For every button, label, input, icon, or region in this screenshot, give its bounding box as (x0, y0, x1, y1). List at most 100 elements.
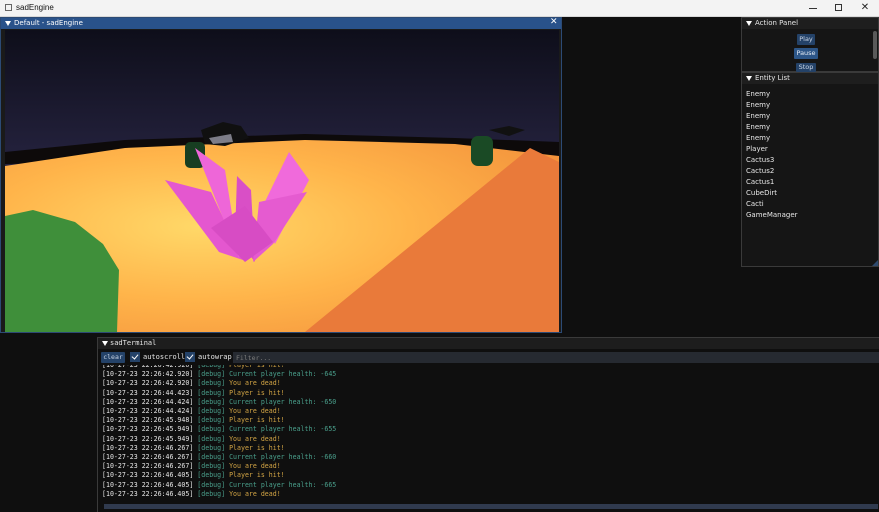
log-line: [10-27-23 22:26:46.405] [debug] Current … (102, 481, 336, 490)
terminal-title: sadTerminal (110, 339, 157, 347)
entity-item[interactable]: CubeDirt (746, 188, 798, 199)
pause-button[interactable]: Pause (794, 48, 818, 59)
log-level: [debug] (197, 443, 226, 452)
collapse-arrow-icon[interactable] (746, 76, 752, 81)
entity-item[interactable]: Enemy (746, 89, 798, 100)
app-titlebar: sadEngine ✕ (0, 0, 879, 17)
entity-list-title: Entity List (755, 74, 790, 82)
entity-item[interactable]: Cactus3 (746, 155, 798, 166)
entity-item[interactable]: Cactus2 (746, 166, 798, 177)
log-message: Current player health: -665 (229, 480, 337, 489)
maximize-button[interactable] (826, 0, 852, 17)
entity-item[interactable]: Enemy (746, 133, 798, 144)
log-timestamp: [10-27-23 22:26:42.920] (102, 370, 194, 379)
log-timestamp: [10-27-23 22:26:45.948] (102, 416, 194, 425)
terminal-header[interactable]: sadTerminal (98, 338, 879, 349)
entity-item[interactable]: GameManager (746, 210, 798, 221)
log-line: [10-27-23 22:26:45.948] [debug] Player i… (102, 416, 285, 425)
log-timestamp: [10-27-23 22:26:44.424] (102, 407, 194, 415)
log-level: [debug] (197, 471, 226, 480)
log-timestamp: [10-27-23 22:26:45.949] (102, 434, 194, 443)
log-message: You are dead! (229, 434, 281, 443)
log-line: [10-27-23 22:26:45.949] [debug] You are … (102, 435, 281, 444)
log-line: [10-27-23 22:26:46.405] [debug] Player i… (102, 471, 285, 480)
log-level: [debug] (197, 407, 226, 415)
action-panel-scrollbar[interactable] (873, 31, 877, 59)
scene-viewport[interactable] (5, 30, 559, 332)
autowrap-label: autowrap (198, 353, 232, 361)
log-line: [10-27-23 22:26:46.267] [debug] You are … (102, 462, 281, 471)
collapse-arrow-icon[interactable] (5, 21, 11, 26)
clear-button[interactable]: clear (101, 352, 125, 363)
app-icon (5, 4, 12, 11)
viewport-close-icon[interactable]: ✕ (550, 17, 558, 27)
close-button[interactable]: ✕ (852, 0, 878, 17)
log-level: [debug] (197, 370, 226, 379)
log-timestamp: [10-27-23 22:26:44.424] (102, 397, 194, 406)
log-message: You are dead! (229, 462, 281, 471)
entity-item[interactable]: Enemy (746, 122, 798, 133)
log-level: [debug] (197, 489, 226, 498)
entity-item[interactable]: Cacti (746, 199, 798, 210)
log-timestamp: [10-27-23 22:26:45.949] (102, 425, 194, 434)
log-level: [debug] (197, 453, 226, 461)
log-level: [debug] (197, 397, 226, 406)
log-timestamp: [10-27-23 22:26:42.920] (102, 379, 194, 388)
minimize-button[interactable] (800, 0, 826, 17)
log-message: Player is hit! (229, 388, 285, 397)
stop-button[interactable]: Stop (796, 63, 816, 72)
viewport-title: Default - sadEngine (14, 19, 83, 27)
entity-item[interactable]: Enemy (746, 100, 798, 111)
log-timestamp: [10-27-23 22:26:42.920] (102, 365, 194, 369)
log-line: [10-27-23 22:26:46.405] [debug] You are … (102, 490, 281, 499)
log-message: Player is hit! (229, 416, 285, 425)
log-message: You are dead! (229, 379, 281, 388)
log-timestamp: [10-27-23 22:26:44.423] (102, 388, 194, 397)
minimize-icon (809, 8, 817, 9)
maximize-icon (835, 4, 842, 11)
log-timestamp: [10-27-23 22:26:46.267] (102, 453, 194, 461)
terminal-hscrollbar[interactable] (104, 504, 878, 509)
log-timestamp: [10-27-23 22:26:46.267] (102, 443, 194, 452)
collapse-arrow-icon[interactable] (746, 21, 752, 26)
log-timestamp: [10-27-23 22:26:46.405] (102, 480, 194, 489)
close-icon: ✕ (860, 2, 870, 13)
log-timestamp: [10-27-23 22:26:46.405] (102, 489, 194, 498)
terminal-hscroll-thumb[interactable] (104, 504, 878, 509)
entity-item[interactable]: Player (746, 144, 798, 155)
log-message: You are dead! (229, 407, 281, 415)
terminal-log[interactable]: [10-27-23 22:26:42.920] [debug] Player i… (98, 365, 879, 502)
entity-list-header[interactable]: Entity List (742, 73, 878, 84)
terminal-window: sadTerminal clear autoscroll autowrap [1… (97, 337, 879, 512)
log-message: Current player health: -650 (229, 397, 337, 406)
log-line: [10-27-23 22:26:42.920] [debug] You are … (102, 379, 281, 388)
log-line: [10-27-23 22:26:42.920] [debug] Current … (102, 370, 336, 379)
log-message: Player is hit! (229, 443, 285, 452)
resize-grip-icon[interactable] (872, 260, 878, 266)
action-panel: Action Panel Play Pause Stop (741, 17, 879, 72)
entity-list: Enemy Enemy Enemy Enemy Enemy Player Cac… (746, 89, 798, 221)
collapse-arrow-icon[interactable] (102, 341, 108, 346)
autoscroll-checkbox[interactable] (130, 352, 140, 362)
log-level: [debug] (197, 425, 226, 434)
filter-input[interactable] (233, 352, 879, 363)
autowrap-checkbox[interactable] (185, 352, 195, 362)
log-message: You are dead! (229, 489, 281, 498)
log-message: Current player health: -660 (229, 453, 337, 461)
entity-item[interactable]: Enemy (746, 111, 798, 122)
viewport-header[interactable]: Default - sadEngine ✕ (1, 17, 561, 29)
log-level: [debug] (197, 379, 226, 388)
log-level: [debug] (197, 388, 226, 397)
entity-item[interactable]: Cactus1 (746, 177, 798, 188)
action-panel-title: Action Panel (755, 19, 799, 27)
log-message: Player is hit! (229, 365, 285, 369)
viewport-window: Default - sadEngine ✕ (0, 17, 562, 333)
log-message: Current player health: -655 (229, 425, 337, 434)
log-timestamp: [10-27-23 22:26:46.267] (102, 462, 194, 471)
log-level: [debug] (197, 434, 226, 443)
play-button[interactable]: Play (797, 34, 815, 45)
log-line: [10-27-23 22:26:44.424] [debug] You are … (102, 407, 281, 416)
log-line: [10-27-23 22:26:46.267] [debug] Current … (102, 453, 336, 462)
action-panel-header[interactable]: Action Panel (742, 18, 878, 29)
log-level: [debug] (197, 480, 226, 489)
